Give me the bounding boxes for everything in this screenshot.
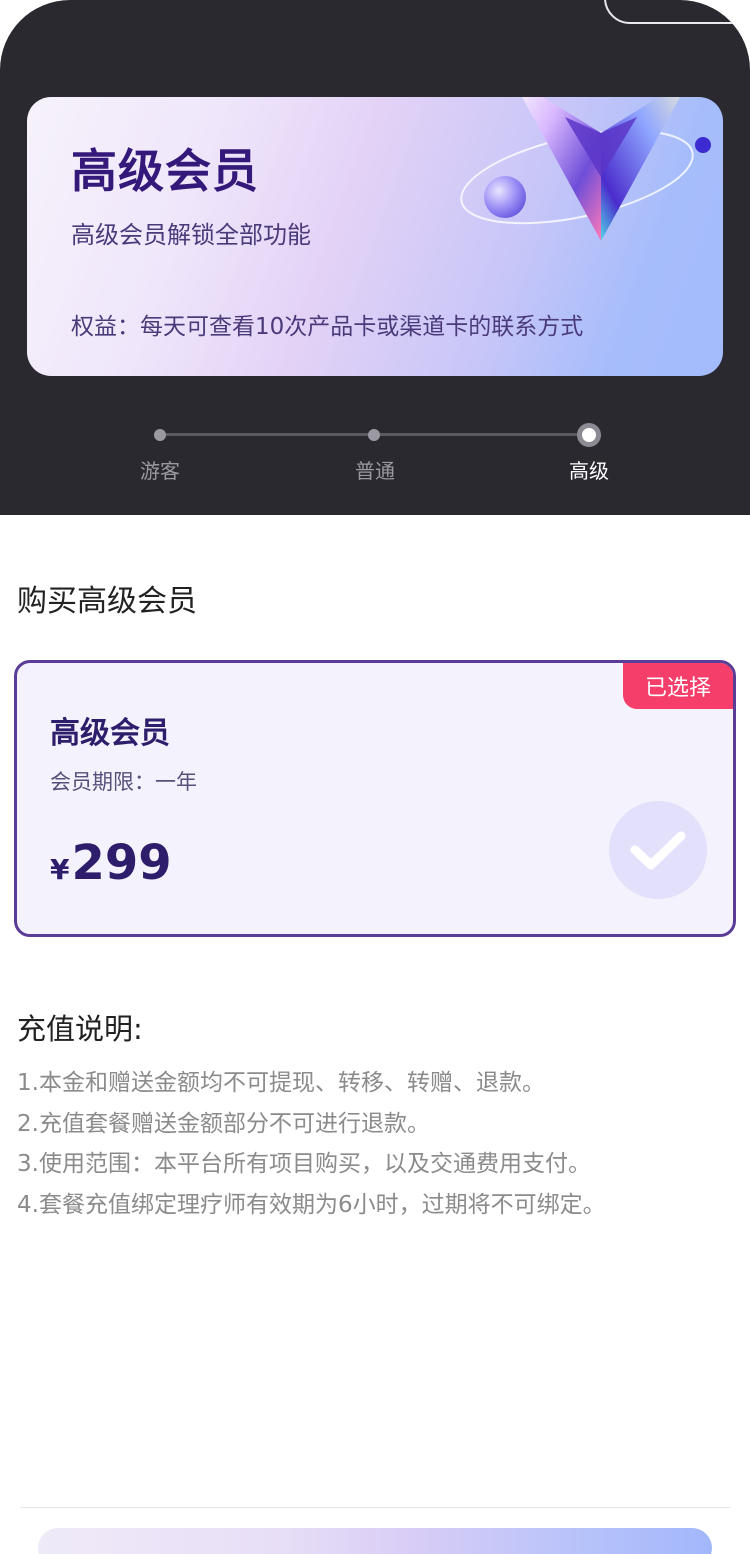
note-item: 4.套餐充值绑定理疗师有效期为6小时，过期将不可绑定。 <box>17 1191 606 1218</box>
plan-period: 会员期限：一年 <box>50 770 197 794</box>
note-item: 1.本金和赠送金额均不可提现、转移、转赠、退款。 <box>17 1070 545 1096</box>
v-crystal-logo-icon <box>460 97 711 241</box>
price-value: 299 <box>71 835 172 891</box>
selected-badge: 已选择 <box>623 663 733 709</box>
app-screen: 高级会员 高级会员解锁全部功能 权益：每天可查看10次产品卡或渠道卡的联系方式 <box>0 0 750 1554</box>
membership-header: 高级会员 高级会员解锁全部功能 权益：每天可查看10次产品卡或渠道卡的联系方式 <box>0 0 750 515</box>
card-title: 高级会员 <box>71 144 259 198</box>
recharge-notes-title: 充值说明: <box>17 1012 143 1046</box>
plan-name: 高级会员 <box>50 716 170 751</box>
membership-card: 高级会员 高级会员解锁全部功能 权益：每天可查看10次产品卡或渠道卡的联系方式 <box>27 97 723 376</box>
check-icon[interactable] <box>609 801 707 899</box>
price-currency-symbol: ¥ <box>50 853 70 886</box>
level-step-guest-label[interactable]: 游客 <box>120 455 200 484</box>
level-step-premium-dot <box>577 423 601 447</box>
buy-button-bar[interactable] <box>38 1528 712 1554</box>
note-item: 2.充值套餐赠送金额部分不可进行退款。 <box>17 1110 430 1137</box>
card-subtitle: 高级会员解锁全部功能 <box>71 221 311 249</box>
note-item: 3.使用范围：本平台所有项目购买，以及交通费用支付。 <box>17 1151 591 1177</box>
level-step-normal-dot <box>368 429 380 441</box>
purchase-section-title: 购买高级会员 <box>17 584 197 619</box>
level-step-guest-dot <box>154 429 166 441</box>
plan-price: ¥ 299 <box>50 835 172 891</box>
recharge-notes-list: 1.本金和赠送金额均不可提现、转移、转赠、退款。 2.充值套餐赠送金额部分不可进… <box>17 1063 742 1225</box>
status-bar-outline <box>604 0 750 24</box>
level-step-normal-label[interactable]: 普通 <box>335 455 415 484</box>
card-benefit: 权益：每天可查看10次产品卡或渠道卡的联系方式 <box>71 314 584 340</box>
plan-card-premium[interactable]: 已选择 高级会员 会员期限：一年 ¥ 299 <box>14 660 736 937</box>
footer-divider <box>20 1507 730 1508</box>
level-step-premium-label[interactable]: 高级 <box>549 455 629 484</box>
